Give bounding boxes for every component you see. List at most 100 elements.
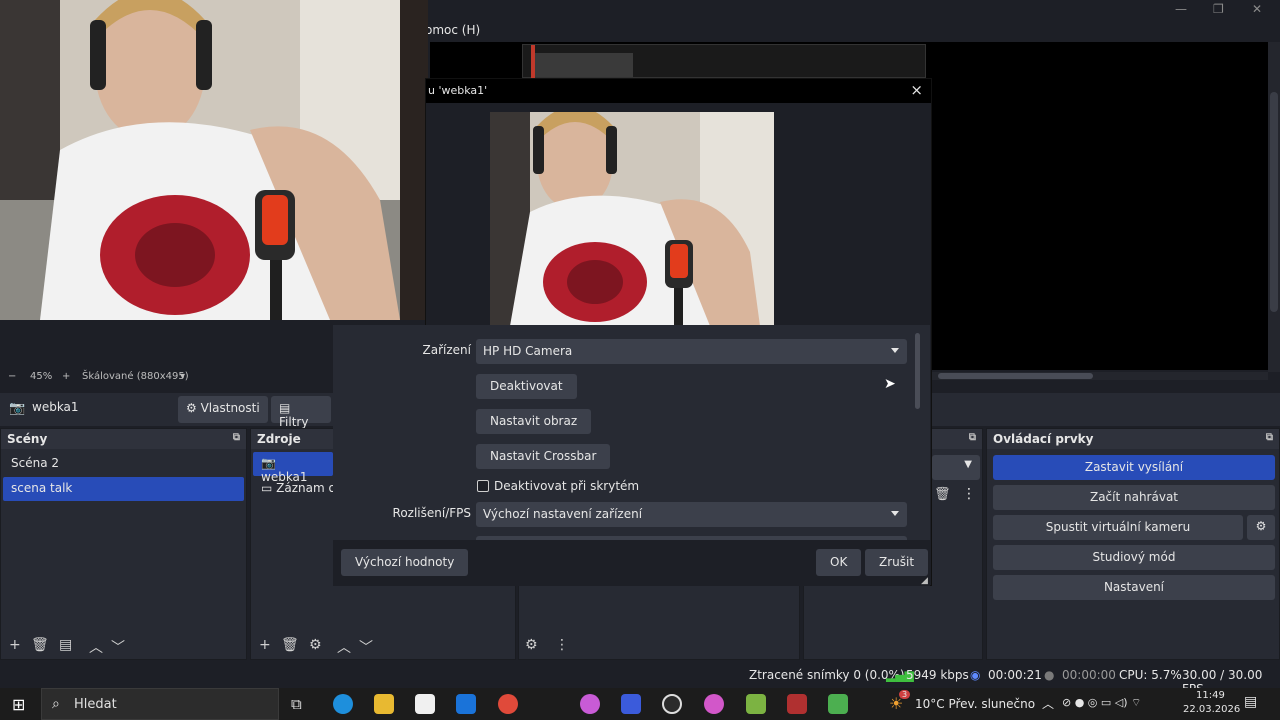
properties-label: Vlastnosti [200, 401, 260, 415]
clock-date[interactable]: 22.03.2026 [1183, 704, 1240, 715]
scene-item-selected[interactable]: scena talk [3, 477, 244, 501]
gear-icon[interactable]: ⚙ [525, 637, 538, 653]
resolution-select[interactable]: Výchozí nastavení zařízení [476, 502, 907, 527]
store-icon[interactable] [415, 694, 435, 714]
vertical-scrollbar[interactable] [1268, 42, 1280, 372]
bitrate: 5949 kbps [906, 668, 969, 682]
restore-icon[interactable]: ❐ [1213, 2, 1224, 16]
arrow-up-icon[interactable]: ︿ [89, 637, 103, 657]
settings-button[interactable]: Nastavení [993, 575, 1275, 600]
notification-icon[interactable]: ▤ [1244, 694, 1257, 710]
chevron-down-icon [891, 348, 899, 353]
close-icon[interactable]: × [910, 81, 923, 99]
more-icon[interactable]: ⋮ [555, 637, 569, 653]
webcam-edge [400, 0, 428, 320]
menu-help[interactable]: omoc (H) [425, 23, 480, 37]
configure-video-button[interactable]: Nastavit obraz [476, 409, 592, 434]
file-explorer-icon[interactable] [374, 694, 394, 714]
filter-icon[interactable]: ▤ [59, 637, 72, 653]
preview-canvas [430, 42, 930, 79]
mail-icon[interactable] [456, 694, 476, 714]
arrow-down-icon[interactable]: ﹀ [111, 637, 125, 657]
dialog-title-bar: u 'webka1' × [426, 79, 931, 103]
dropped-frames: Ztracené snímky 0 (0.0%) [749, 668, 905, 682]
undock-icon[interactable]: ⧉ [1266, 432, 1273, 443]
nested-frame [533, 53, 633, 77]
properties-button[interactable]: ⚙ Vlastnosti [178, 396, 268, 423]
scrollbar-thumb[interactable] [938, 373, 1093, 379]
tray-chevron-icon[interactable]: ︿ [1042, 695, 1054, 712]
roblox-icon[interactable] [621, 694, 641, 714]
gear-icon[interactable]: ⚙ [309, 637, 322, 653]
deactivate-hidden-label: Deaktivovat při skrytém [494, 479, 640, 493]
sources-title: Zdroje [257, 432, 301, 446]
preview-right-pane [930, 42, 1268, 370]
ok-button[interactable]: OK [816, 549, 862, 576]
device-select[interactable]: HP HD Camera [476, 339, 907, 364]
resize-grip-icon[interactable]: ◢ [921, 576, 928, 586]
more-icon[interactable]: ⋮ [962, 486, 976, 502]
taskbar: ⊞ ⌕ Hledat ⧉ ☀ 3 10°C Přev. slunečno ︿ ⊘… [0, 688, 1280, 720]
deactivate-hidden-checkbox[interactable] [477, 480, 489, 492]
cpu-usage: CPU: 5.7% [1119, 668, 1182, 682]
dialog-webcam-preview [490, 112, 774, 326]
task-view-icon[interactable]: ⧉ [291, 695, 302, 713]
scenes-header: Scény ⧉ [1, 429, 246, 449]
controls-header: Ovládací prvky ⧉ [987, 429, 1279, 449]
chrome-icon[interactable] [498, 694, 518, 714]
device-label: Zařízení [422, 343, 471, 357]
studio-mode-button[interactable]: Studiový mód [993, 545, 1275, 570]
chevron-down-icon[interactable]: ▾ [180, 371, 185, 382]
horizontal-scrollbar[interactable] [930, 372, 1268, 380]
source-item-selected[interactable]: 📷 webka1 [253, 452, 333, 484]
close-icon[interactable]: ✕ [1252, 2, 1262, 16]
undock-icon[interactable]: ⧉ [969, 432, 976, 443]
clock-time[interactable]: 11:49 [1196, 690, 1225, 701]
scenes-dock: Scény ⧉ Scéna 2 scena talk + 🗑 ▤ ︿ ﹀ [0, 428, 247, 660]
filters-button[interactable]: ▤ Filtry [271, 396, 331, 429]
start-virtual-camera-button[interactable]: Spustit virtuální kameru [993, 515, 1243, 540]
scene-item[interactable]: Scéna 2 [3, 452, 244, 476]
add-icon[interactable]: + [9, 637, 21, 653]
app-red-icon[interactable] [787, 694, 807, 714]
taskbar-search[interactable]: ⌕ Hledat [41, 688, 279, 720]
weather-text[interactable]: 10°C Přev. slunečno [915, 697, 1035, 711]
add-icon[interactable]: + [259, 637, 271, 653]
trash-icon[interactable]: 🗑 [31, 637, 49, 653]
windows-start-icon[interactable]: ⊞ [12, 695, 25, 714]
mixer-footer: ⚙ ⋮ [519, 631, 799, 659]
weather-badge: 3 [899, 690, 911, 699]
defaults-button[interactable]: Výchozí hodnoty [341, 549, 469, 576]
minimize-icon[interactable]: — [1175, 2, 1187, 16]
deactivate-button[interactable]: Deaktivovat [476, 374, 577, 399]
configure-crossbar-button[interactable]: Nastavit Crossbar [476, 444, 611, 469]
stream-icon: ◉ [970, 668, 981, 682]
undock-icon[interactable]: ⧉ [233, 432, 240, 443]
preview-nested-window [522, 44, 926, 79]
virtual-camera-settings-button[interactable]: ⚙ [1247, 515, 1275, 540]
trash-icon[interactable]: 🗑 [934, 487, 951, 502]
cancel-button[interactable]: Zrušit [865, 549, 929, 576]
edge-icon[interactable] [333, 694, 353, 714]
search-placeholder: Hledat [74, 697, 117, 712]
zoom-in-button[interactable]: + [62, 371, 70, 382]
stop-streaming-button[interactable]: Zastavit vysílání [993, 455, 1275, 480]
scale-label: Škálované (880x495) [82, 371, 189, 382]
paint-icon[interactable] [704, 694, 724, 714]
zoom-out-button[interactable]: − [8, 371, 16, 382]
transition-select[interactable]: ▼ [932, 455, 980, 480]
arrow-up-icon[interactable]: ︿ [337, 637, 351, 657]
start-recording-button[interactable]: Začít nahrávat [993, 485, 1275, 510]
record-icon: ● [1044, 668, 1055, 682]
obs-icon[interactable] [662, 694, 682, 714]
tray-icons[interactable]: ⊘ ● ◎ ▭ ◁) ⌔ [1062, 696, 1141, 710]
scenes-title: Scény [7, 432, 48, 446]
form-scrollbar[interactable] [915, 333, 920, 409]
trash-icon[interactable]: 🗑 [281, 637, 299, 653]
minecraft-icon[interactable] [828, 694, 848, 714]
arrow-down-icon[interactable]: ﹀ [359, 637, 373, 657]
webcam-image-large [0, 0, 400, 320]
game-launcher-icon[interactable] [746, 694, 766, 714]
scrollbar-thumb[interactable] [1270, 92, 1278, 312]
app-drop-icon[interactable] [580, 694, 600, 714]
